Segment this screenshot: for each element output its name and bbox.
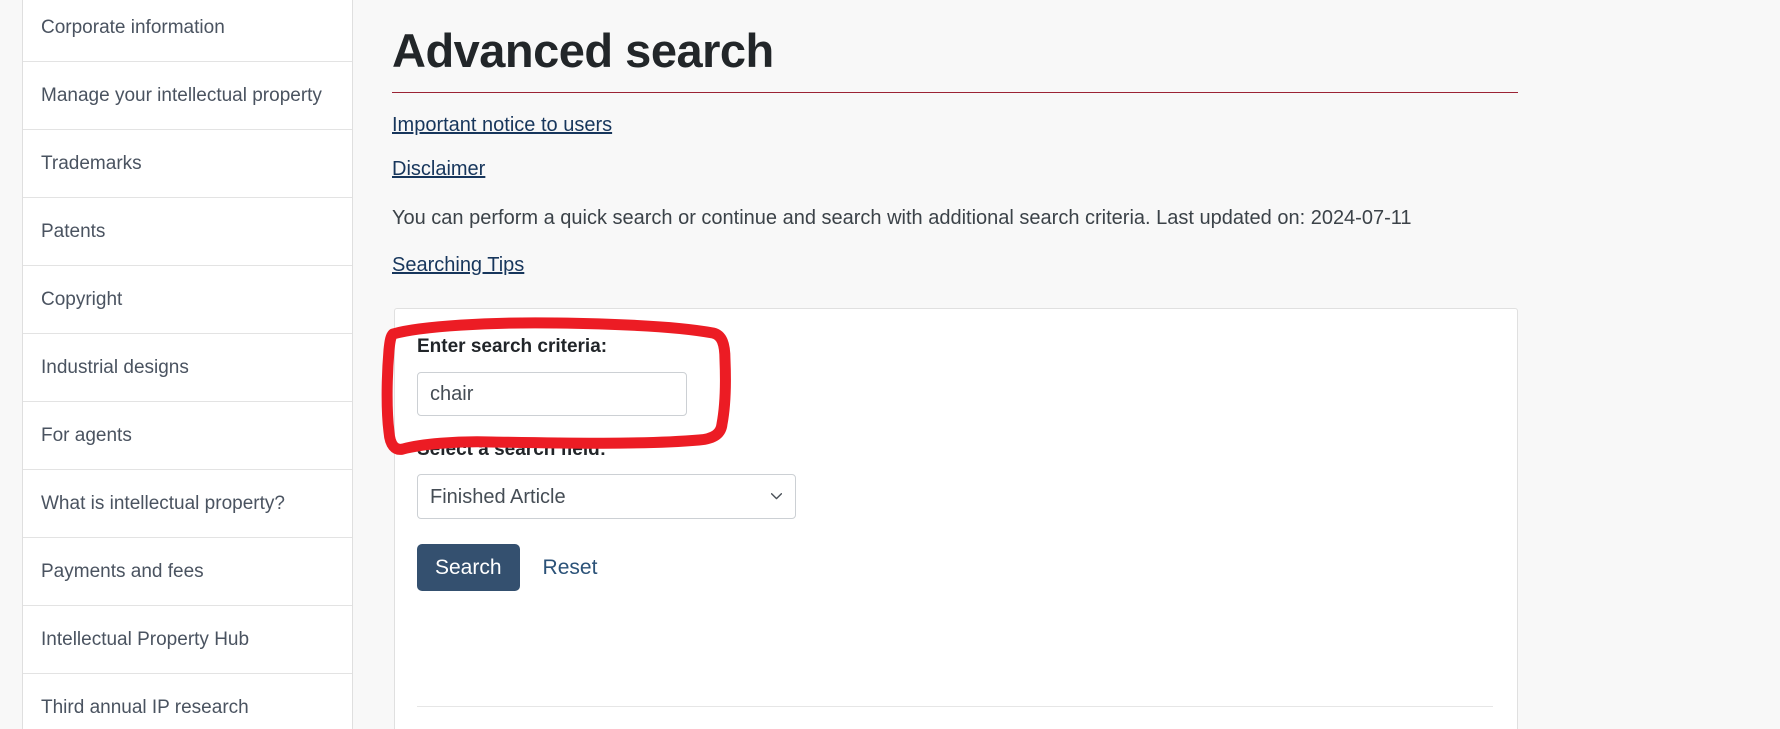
- searching-tips-link[interactable]: Searching Tips: [392, 253, 524, 277]
- page-left-gutter: [0, 0, 22, 729]
- search-button[interactable]: Search: [417, 544, 520, 591]
- sidebar-item-payments-and-fees[interactable]: Payments and fees: [23, 538, 352, 606]
- disclaimer-row: Disclaimer: [392, 157, 1750, 181]
- main-content-area: Advanced search Important notice to user…: [353, 0, 1780, 729]
- panel-bottom-divider: [417, 706, 1493, 707]
- intro-description-text: You can perform a quick search or contin…: [392, 207, 1412, 229]
- sidebar-item-copyright[interactable]: Copyright: [23, 266, 352, 334]
- sidebar-item-corporate-information[interactable]: Corporate information: [23, 0, 352, 62]
- page-root: Corporate information Manage your intell…: [0, 0, 1780, 729]
- sidebar-item-third-annual-ip-research[interactable]: Third annual IP research: [23, 674, 352, 729]
- main-inner: Advanced search Important notice to user…: [392, 0, 1780, 729]
- search-criteria-panel: Enter search criteria: Select a search f…: [394, 308, 1518, 729]
- sidebar-item-label: For agents: [41, 425, 132, 446]
- sidebar-item-label: Industrial designs: [41, 357, 189, 378]
- sidebar-item-label: Patents: [41, 221, 106, 242]
- sidebar-item-label: Trademarks: [41, 153, 142, 174]
- important-notice-link[interactable]: Important notice to users: [392, 113, 612, 137]
- sidebar-item-manage-your-intellectual-property[interactable]: Manage your intellectual property: [23, 62, 352, 130]
- sidebar-item-label: Payments and fees: [41, 561, 204, 582]
- sidebar-item-what-is-intellectual-property[interactable]: What is intellectual property?: [23, 470, 352, 538]
- enter-search-criteria-label: Enter search criteria:: [417, 336, 608, 357]
- searching-tips-row: Searching Tips: [392, 253, 1750, 277]
- sidebar-item-industrial-designs[interactable]: Industrial designs: [23, 334, 352, 402]
- select-search-field-label: Select a search field:: [417, 439, 607, 460]
- search-panel-inner: Enter search criteria: Select a search f…: [395, 309, 1517, 591]
- sidebar-item-label: Corporate information: [41, 17, 225, 38]
- important-notice-row: Important notice to users: [392, 113, 1750, 137]
- sidebar-item-intellectual-property-hub[interactable]: Intellectual Property Hub: [23, 606, 352, 674]
- search-field-select-wrapper: Finished Article: [417, 474, 796, 519]
- sidebar-item-label: Copyright: [41, 289, 123, 310]
- sidebar-navigation: Corporate information Manage your intell…: [22, 0, 353, 729]
- reset-link[interactable]: Reset: [543, 556, 598, 580]
- sidebar-item-label: Intellectual Property Hub: [41, 629, 250, 650]
- sidebar-item-for-agents[interactable]: For agents: [23, 402, 352, 470]
- page-title: Advanced search: [392, 24, 774, 77]
- sidebar-item-label: Third annual IP research: [41, 697, 249, 718]
- search-field-select[interactable]: Finished Article: [417, 474, 796, 519]
- sidebar-item-patents[interactable]: Patents: [23, 198, 352, 266]
- sidebar-item-label: Manage your intellectual property: [41, 85, 322, 106]
- search-criteria-input[interactable]: [417, 372, 687, 416]
- sidebar-item-trademarks[interactable]: Trademarks: [23, 130, 352, 198]
- title-underline-rule: [392, 92, 1518, 93]
- form-actions-row: Search Reset: [417, 544, 1493, 591]
- disclaimer-link[interactable]: Disclaimer: [392, 157, 485, 181]
- sidebar-item-label: What is intellectual property?: [41, 493, 285, 514]
